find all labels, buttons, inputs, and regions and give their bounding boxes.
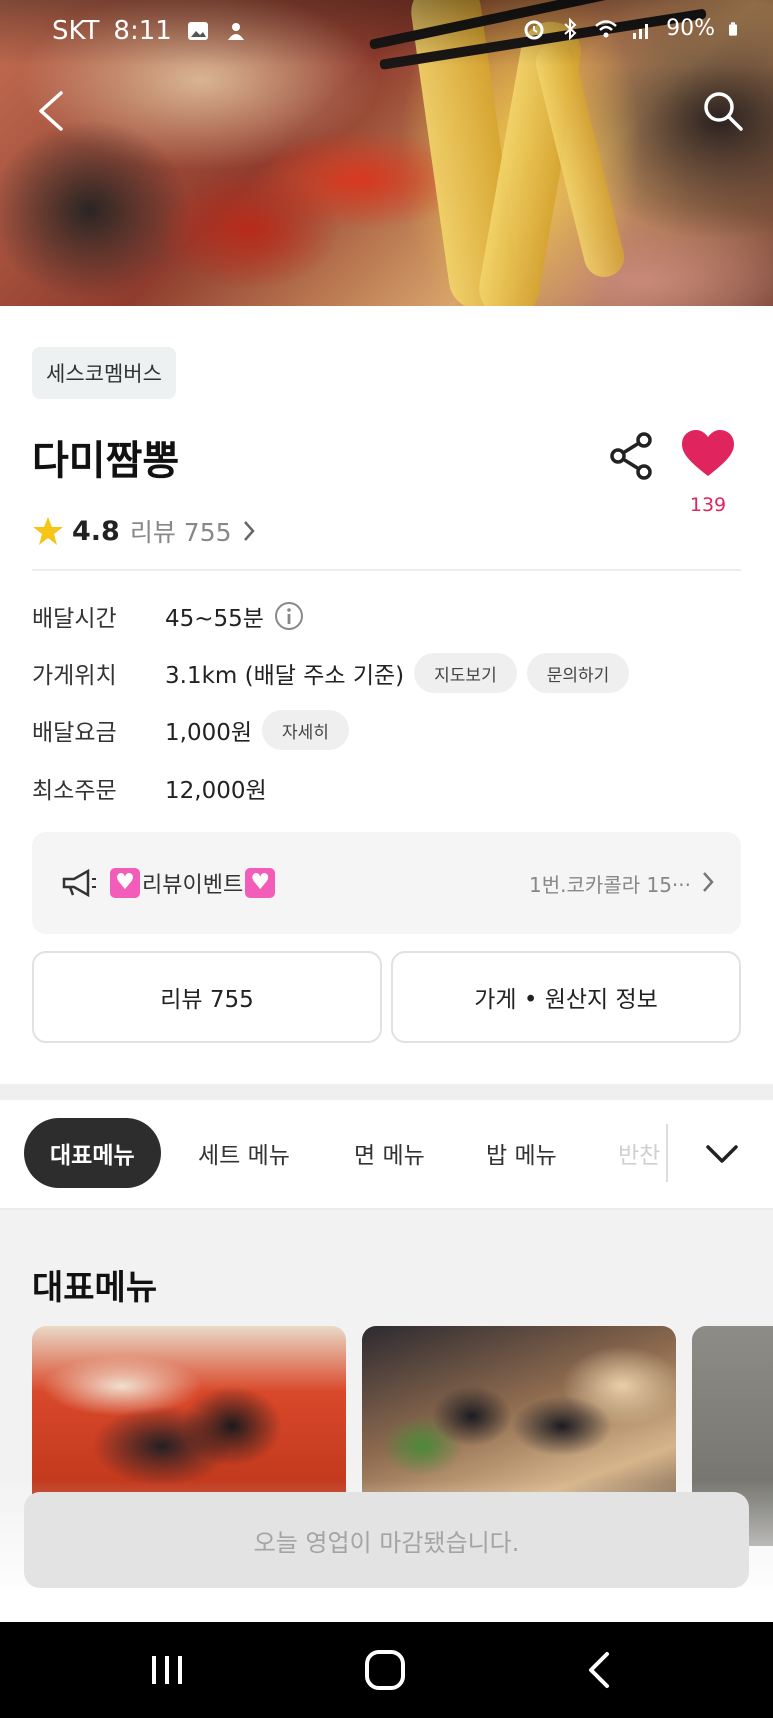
fee-row: 배달요금 1,000원 자세히 bbox=[32, 708, 349, 752]
fee-value: 1,000원 bbox=[165, 720, 253, 746]
like-count: 139 bbox=[689, 494, 727, 516]
store-tag: 세스코멤버스 bbox=[32, 347, 176, 399]
fee-label: 배달요금 bbox=[32, 720, 117, 746]
heart-emoji-icon bbox=[245, 868, 276, 898]
notice-banner[interactable]: 리뷰이벤트 1번.코카콜라 15··· bbox=[32, 832, 741, 934]
notice-title-wrap: 리뷰이벤트 bbox=[108, 867, 277, 899]
rating-score: 4.8 bbox=[72, 515, 120, 547]
gallery-icon bbox=[187, 22, 208, 40]
heart-icon[interactable] bbox=[680, 428, 736, 480]
bluetooth-icon bbox=[564, 17, 577, 40]
battery-icon bbox=[729, 21, 737, 36]
location-value: 3.1km (배달 주소 기준) bbox=[165, 663, 405, 689]
megaphone-icon bbox=[62, 868, 96, 898]
alarm-icon bbox=[524, 20, 544, 39]
section-separator bbox=[0, 1084, 773, 1100]
carrier-label: SKT bbox=[52, 16, 100, 46]
notification-icon bbox=[227, 23, 244, 40]
home-icon[interactable] bbox=[361, 1648, 409, 1692]
location-label: 가게위치 bbox=[32, 663, 117, 689]
menu-tabs: 대표메뉴 세트 메뉴 면 메뉴 밥 메뉴 반찬 bbox=[0, 1100, 773, 1210]
review-link[interactable]: 리뷰 755 bbox=[130, 513, 232, 549]
status-bar: SKT 8:11 90% bbox=[0, 0, 773, 66]
notice-preview: 1번.코카콜라 15··· bbox=[529, 872, 691, 897]
signal-icon bbox=[633, 23, 649, 39]
tab-set-menu[interactable]: 세트 메뉴 bbox=[198, 1118, 290, 1188]
chevron-down-icon[interactable] bbox=[700, 1132, 744, 1176]
min-order-row: 최소주문 12,000원 bbox=[32, 766, 267, 810]
min-order-value: 12,000원 bbox=[165, 778, 267, 804]
time-label: 8:11 bbox=[113, 16, 172, 46]
chevron-right-icon bbox=[703, 872, 714, 892]
store-name: 다미짬뽕 bbox=[32, 438, 180, 484]
search-icon bbox=[704, 92, 743, 131]
back-button[interactable] bbox=[24, 85, 76, 137]
recent-apps-icon[interactable] bbox=[143, 1648, 191, 1692]
back-nav-icon[interactable] bbox=[577, 1648, 625, 1692]
review-button[interactable]: 리뷰 755 bbox=[32, 951, 382, 1043]
tab-side-menu[interactable]: 반찬 bbox=[618, 1118, 664, 1188]
tab-signature-menu[interactable]: 대표메뉴 bbox=[24, 1118, 161, 1188]
tab-rice-menu[interactable]: 밥 메뉴 bbox=[486, 1118, 557, 1188]
wifi-icon bbox=[595, 19, 617, 37]
search-button[interactable] bbox=[697, 85, 749, 137]
tab-divider bbox=[666, 1124, 668, 1182]
delivery-time-value: 45~55분 bbox=[165, 606, 264, 632]
heart-emoji-icon bbox=[110, 868, 140, 898]
menu-section-title: 대표메뉴 bbox=[32, 1268, 158, 1308]
share-icon[interactable] bbox=[606, 430, 658, 482]
delivery-time-label: 배달시간 bbox=[32, 606, 117, 632]
battery-label: 90% bbox=[666, 16, 715, 41]
notice-title: 리뷰이벤트 bbox=[142, 873, 244, 898]
map-button[interactable]: 지도보기 bbox=[414, 653, 517, 693]
inquiry-button[interactable]: 문의하기 bbox=[526, 653, 630, 693]
closed-order-button[interactable]: 오늘 영업이 마감됐습니다. bbox=[24, 1492, 749, 1588]
info-icon[interactable] bbox=[274, 601, 304, 631]
chevron-right-icon bbox=[243, 521, 255, 541]
tab-noodle-menu[interactable]: 면 메뉴 bbox=[354, 1118, 425, 1188]
rating-row: 4.8 리뷰 755 bbox=[32, 512, 256, 550]
location-row: 가게위치 3.1km (배달 주소 기준) 지도보기 문의하기 bbox=[32, 651, 630, 695]
delivery-time-row: 배달시간 45~55분 bbox=[32, 594, 304, 638]
min-order-label: 최소주문 bbox=[32, 778, 117, 804]
fee-detail-button[interactable]: 자세히 bbox=[262, 710, 349, 750]
star-icon bbox=[33, 517, 63, 545]
bottom-spacer bbox=[0, 1588, 773, 1622]
system-nav-bar bbox=[0, 1622, 773, 1718]
divider bbox=[32, 569, 741, 571]
store-info-button[interactable]: 가게 • 원산지 정보 bbox=[391, 951, 741, 1043]
back-arrow-icon bbox=[39, 91, 63, 131]
